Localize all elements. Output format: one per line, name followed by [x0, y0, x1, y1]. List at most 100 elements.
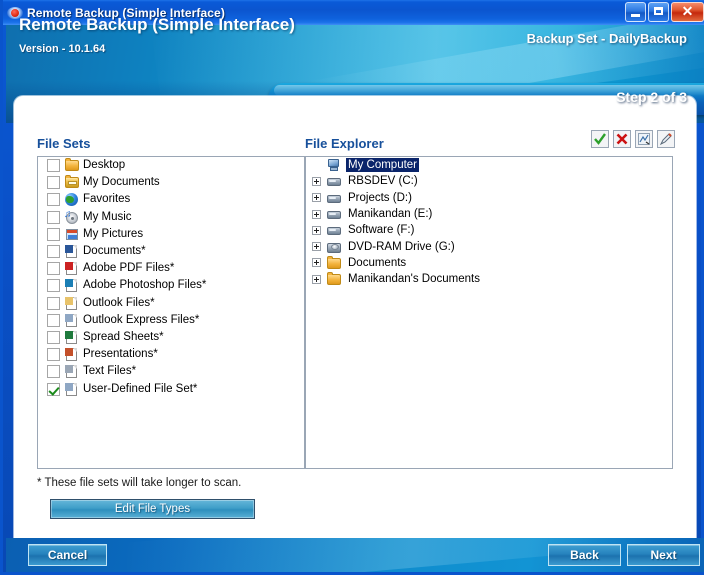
- tree-row[interactable]: Documents: [306, 255, 672, 271]
- file-set-row[interactable]: Adobe Photoshop Files*: [38, 277, 304, 294]
- cancel-button[interactable]: Cancel: [28, 544, 107, 566]
- file-set-label: My Pictures: [83, 227, 144, 240]
- file-set-checkbox[interactable]: [47, 313, 60, 327]
- tree-label: My Computer: [346, 158, 420, 173]
- minimize-button[interactable]: [625, 2, 646, 22]
- edit-path-icon[interactable]: [657, 130, 675, 148]
- hard-drive-icon: [326, 191, 342, 205]
- edit-file-types-button[interactable]: Edit File Types: [50, 499, 255, 519]
- tree-label: DVD-RAM Drive (G:): [348, 240, 455, 253]
- file-explorer-list: My Computer RBSDEV (C:) Projects (D:) Manik…: [306, 157, 672, 287]
- file-sets-heading: File Sets: [37, 136, 91, 151]
- window-controls: [625, 2, 704, 22]
- user-defined-document-icon: [64, 382, 80, 397]
- file-set-label: My Music: [83, 210, 132, 223]
- file-explorer-heading: File Explorer: [305, 136, 384, 151]
- hard-drive-icon: [326, 223, 342, 237]
- file-set-label: Adobe PDF Files*: [83, 262, 175, 275]
- file-set-row[interactable]: Presentations*: [38, 346, 304, 363]
- maximize-button[interactable]: [648, 2, 669, 22]
- file-set-row[interactable]: Outlook Files*: [38, 295, 304, 312]
- expand-icon[interactable]: [312, 176, 321, 186]
- my-documents-folder-icon: [64, 175, 80, 190]
- file-set-label: Text Files*: [83, 365, 137, 378]
- tree-row[interactable]: My Computer: [306, 157, 672, 173]
- backup-set-label: Backup Set - DailyBackup: [526, 31, 687, 46]
- file-set-row[interactable]: User-Defined File Set*: [38, 380, 304, 397]
- hard-drive-icon: [326, 174, 342, 188]
- file-set-checkbox[interactable]: [47, 382, 60, 396]
- dvd-drive-icon: [326, 240, 342, 254]
- text-document-icon: [64, 364, 80, 379]
- computer-icon: [326, 158, 342, 172]
- file-set-row[interactable]: My Documents: [38, 174, 304, 191]
- file-sets-listbox[interactable]: Desktop My Documents Favorites ♫ My Music My …: [37, 156, 305, 469]
- file-set-row[interactable]: Spread Sheets*: [38, 329, 304, 346]
- outlook-express-document-icon: [64, 313, 80, 328]
- tree-row[interactable]: RBSDEV (C:): [306, 173, 672, 189]
- file-explorer-tree[interactable]: My Computer RBSDEV (C:) Projects (D:) Manik…: [305, 156, 673, 469]
- file-sets-list: Desktop My Documents Favorites ♫ My Music My …: [38, 157, 304, 398]
- word-document-icon: [64, 244, 80, 259]
- uncheck-all-icon[interactable]: [613, 130, 631, 148]
- file-set-row[interactable]: Outlook Express Files*: [38, 312, 304, 329]
- expand-icon[interactable]: [312, 193, 321, 203]
- file-set-label: Outlook Files*: [83, 296, 155, 309]
- file-set-checkbox[interactable]: [47, 159, 60, 173]
- file-set-checkbox[interactable]: [47, 330, 60, 344]
- file-set-label: User-Defined File Set*: [83, 382, 198, 395]
- tree-label: RBSDEV (C:): [348, 175, 418, 188]
- outlook-document-icon: [64, 296, 80, 311]
- excel-document-icon: [64, 330, 80, 345]
- tree-row[interactable]: Projects (D:): [306, 190, 672, 206]
- powerpoint-document-icon: [64, 347, 80, 362]
- file-set-checkbox[interactable]: [47, 210, 60, 224]
- tree-row[interactable]: Manikandan's Documents: [306, 271, 672, 287]
- close-button[interactable]: [671, 2, 704, 22]
- application-window: Remote Backup (Simple Interface) Remote …: [0, 0, 704, 575]
- tree-label: Software (F:): [348, 224, 415, 237]
- file-set-checkbox[interactable]: [47, 176, 60, 190]
- file-set-checkbox[interactable]: [47, 365, 60, 379]
- expand-icon[interactable]: [312, 225, 321, 235]
- tree-label: Manikandan (E:): [348, 208, 433, 221]
- app-title: Remote Backup (Simple Interface): [19, 15, 295, 34]
- file-set-row[interactable]: ♫ My Music: [38, 209, 304, 226]
- tree-label: Manikandan's Documents: [348, 273, 480, 286]
- content-card: File Sets File Explorer Desktop My Docum…: [14, 96, 696, 538]
- file-set-row[interactable]: Desktop: [38, 157, 304, 174]
- file-set-row[interactable]: Favorites: [38, 191, 304, 208]
- file-set-label: Documents*: [83, 245, 146, 258]
- tree-row[interactable]: DVD-RAM Drive (G:): [306, 238, 672, 254]
- file-set-checkbox[interactable]: [47, 245, 60, 259]
- file-set-row[interactable]: My Pictures: [38, 226, 304, 243]
- tree-label: Projects (D:): [348, 191, 412, 204]
- tree-row[interactable]: Software (F:): [306, 222, 672, 238]
- expand-icon[interactable]: [312, 274, 321, 284]
- tree-row[interactable]: Manikandan (E:): [306, 206, 672, 222]
- next-button[interactable]: Next: [627, 544, 700, 566]
- file-set-checkbox[interactable]: [47, 193, 60, 207]
- file-set-checkbox[interactable]: [47, 279, 60, 293]
- file-set-row[interactable]: Adobe PDF Files*: [38, 260, 304, 277]
- file-set-row[interactable]: Documents*: [38, 243, 304, 260]
- picture-icon: [64, 227, 80, 242]
- tree-label: Documents: [348, 256, 407, 269]
- file-set-checkbox[interactable]: [47, 227, 60, 241]
- refresh-tree-icon[interactable]: [635, 130, 653, 148]
- file-set-row[interactable]: Text Files*: [38, 363, 304, 380]
- file-set-label: Desktop: [83, 159, 126, 172]
- file-set-label: Spread Sheets*: [83, 330, 164, 343]
- globe-icon: [64, 192, 80, 207]
- back-button[interactable]: Back: [548, 544, 621, 566]
- expand-icon[interactable]: [312, 209, 321, 219]
- step-indicator: Step 2 of 3: [616, 89, 687, 105]
- file-set-checkbox[interactable]: [47, 348, 60, 362]
- hard-drive-icon: [326, 207, 342, 221]
- expand-icon[interactable]: [312, 258, 321, 268]
- expand-icon[interactable]: [312, 242, 321, 252]
- file-set-checkbox[interactable]: [47, 296, 60, 310]
- check-all-icon[interactable]: [591, 130, 609, 148]
- pdf-document-icon: [64, 261, 80, 276]
- file-set-checkbox[interactable]: [47, 262, 60, 276]
